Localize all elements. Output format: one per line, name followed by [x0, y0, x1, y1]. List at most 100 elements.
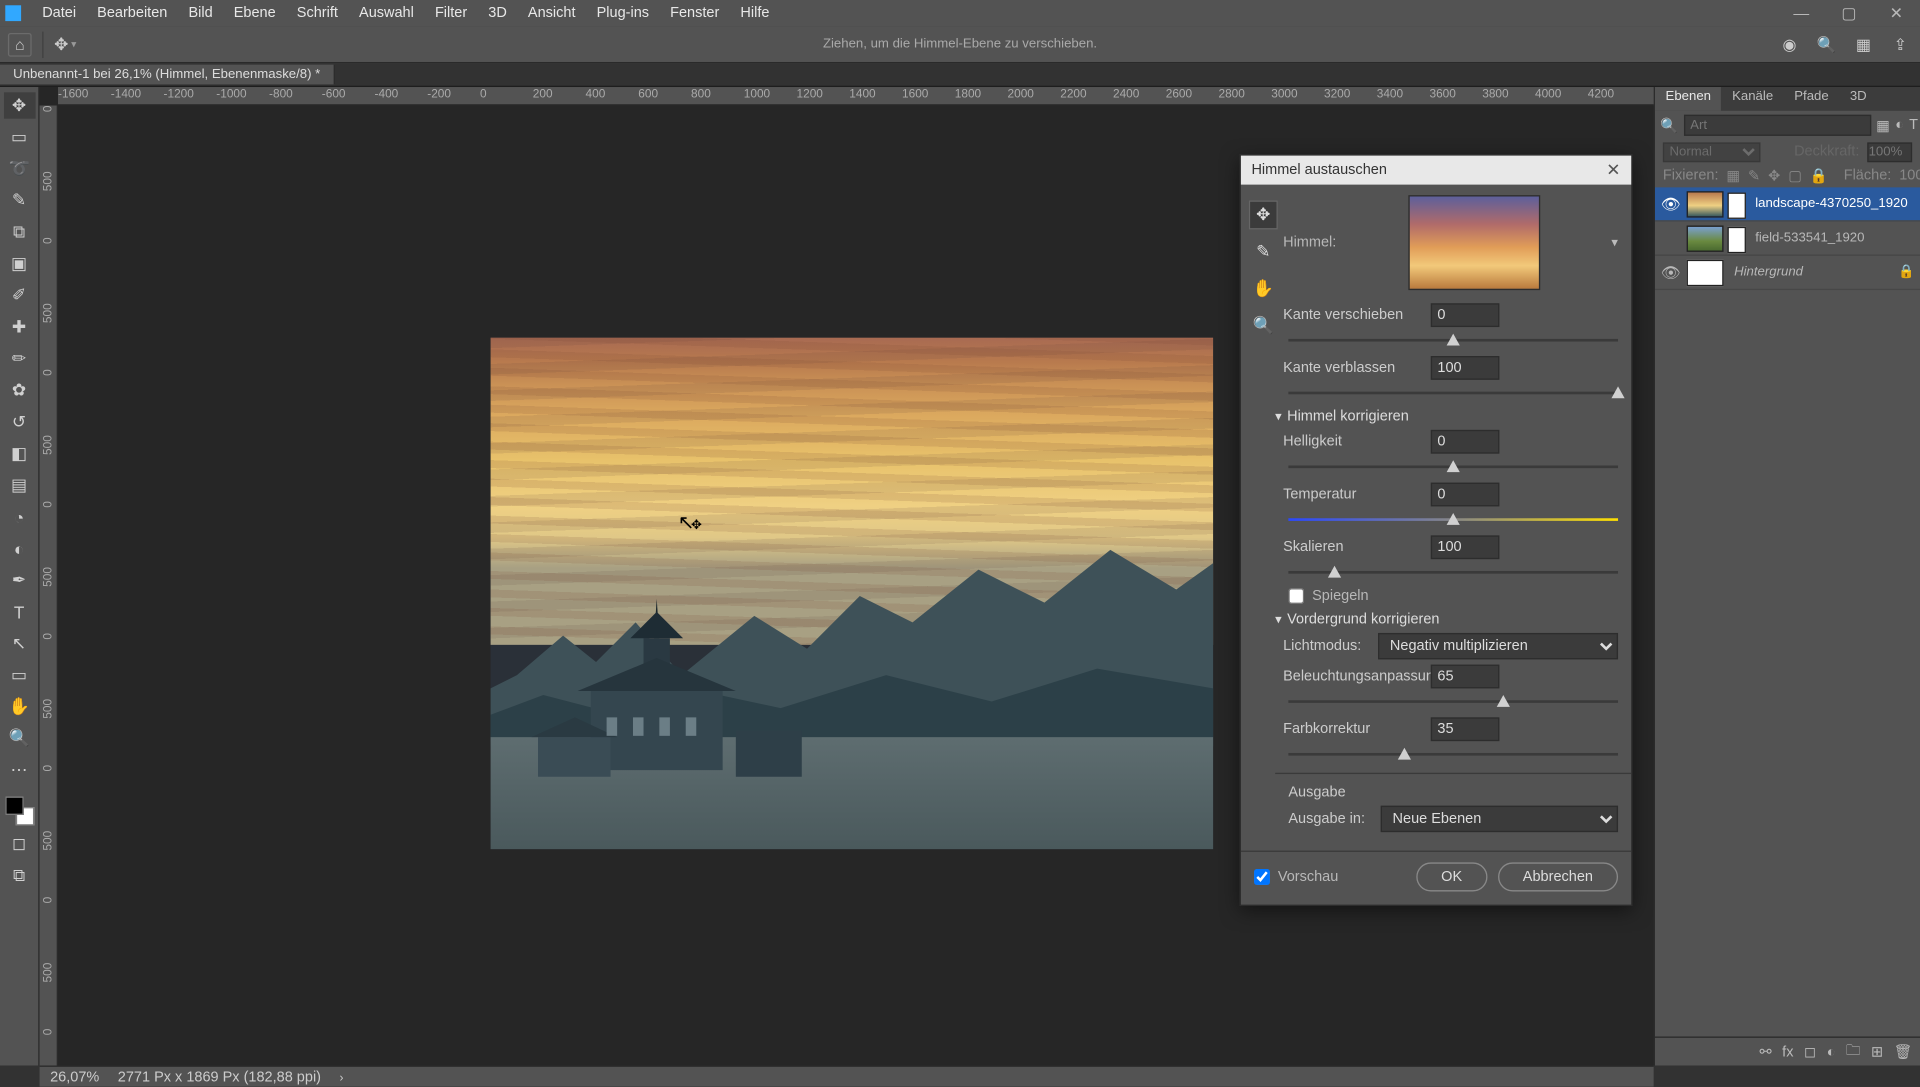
shape-tool[interactable]: ▭ — [3, 662, 35, 688]
menu-item-ansicht[interactable]: Ansicht — [517, 0, 586, 26]
color-adjust-input[interactable] — [1431, 717, 1500, 741]
dodge-tool[interactable]: ◐ — [3, 535, 35, 561]
quick-select-tool[interactable]: ✎ — [3, 187, 35, 213]
layer-thumbnail[interactable] — [1687, 259, 1724, 285]
menu-item-bearbeiten[interactable]: Bearbeiten — [87, 0, 178, 26]
clone-tool[interactable]: ✿ — [3, 377, 35, 403]
edge-fade-slider[interactable] — [1288, 385, 1618, 401]
layer-mask-thumbnail[interactable] — [1727, 192, 1745, 218]
share-icon[interactable]: ⇪ — [1888, 32, 1912, 56]
window-maximize-button[interactable]: ▢ — [1825, 0, 1872, 26]
cloud-docs-icon[interactable]: ◉ — [1778, 32, 1802, 56]
new-layer-icon[interactable]: ⊞ — [1871, 1043, 1883, 1060]
output-to-select[interactable]: Neue Ebenen — [1381, 806, 1618, 832]
lock-all-icon[interactable]: 🔒 — [1810, 167, 1828, 184]
document-tab[interactable]: Unbenannt-1 bei 26,1% (Himmel, Ebenenmas… — [0, 65, 335, 85]
edge-shift-slider[interactable] — [1288, 332, 1618, 348]
menu-item-hilfe[interactable]: Hilfe — [730, 0, 780, 26]
search-icon[interactable]: 🔍 — [1815, 32, 1839, 56]
lock-artboard-icon[interactable]: ▢ — [1788, 167, 1802, 184]
dlg-hand-tool[interactable]: ✋ — [1249, 274, 1278, 303]
fill-value[interactable]: 100% — [1899, 167, 1920, 183]
healing-tool[interactable]: ✚ — [3, 314, 35, 340]
ok-button[interactable]: OK — [1416, 862, 1487, 891]
link-layers-icon[interactable]: ⚯ — [1759, 1043, 1771, 1060]
layer-mask-icon[interactable]: ◻ — [1804, 1043, 1816, 1060]
screen-mode-toggle[interactable]: ⧉ — [3, 862, 35, 888]
history-brush-tool[interactable]: ↺ — [3, 409, 35, 435]
visibility-toggle-icon[interactable]: 👁 — [1660, 263, 1681, 281]
lighting-adjust-slider[interactable] — [1288, 694, 1618, 710]
workspace-icon[interactable]: ▦ — [1851, 32, 1875, 56]
lock-pixels-icon[interactable]: ✎ — [1748, 167, 1760, 184]
eyedropper-tool[interactable]: ✐ — [3, 282, 35, 308]
dialog-titlebar[interactable]: Himmel austauschen ✕ — [1241, 156, 1631, 185]
more-tools[interactable]: ⋯ — [3, 757, 35, 783]
type-tool[interactable]: T — [3, 599, 35, 625]
cancel-button[interactable]: Abbrechen — [1498, 862, 1618, 891]
close-icon[interactable]: ✕ — [1606, 160, 1620, 181]
crop-tool[interactable]: ⧉ — [3, 219, 35, 245]
hand-tool[interactable]: ✋ — [3, 694, 35, 720]
document-image[interactable] — [491, 338, 1214, 850]
menu-item-filter[interactable]: Filter — [424, 0, 477, 26]
mirror-checkbox[interactable] — [1288, 588, 1304, 604]
layer-thumbnail[interactable] — [1687, 225, 1724, 251]
zoom-level[interactable]: 26,07% — [50, 1069, 99, 1085]
menu-item-ebene[interactable]: Ebene — [223, 0, 286, 26]
marquee-tool[interactable]: ▭ — [3, 124, 35, 150]
filter-type-icon[interactable]: T — [1909, 117, 1918, 133]
temperature-input[interactable] — [1431, 483, 1500, 507]
eraser-tool[interactable]: ◧ — [3, 440, 35, 466]
brightness-input[interactable] — [1431, 430, 1500, 454]
section-foreground-adjust[interactable]: ▾ Vordergrund korrigieren — [1275, 612, 1618, 628]
delete-layer-icon[interactable]: 🗑 — [1894, 1043, 1912, 1060]
blend-mode-select[interactable]: Normal — [1663, 142, 1761, 162]
filter-pixel-icon[interactable]: ▦ — [1876, 117, 1890, 134]
layer-name[interactable]: field-533541_1920 — [1755, 231, 1864, 246]
temperature-slider[interactable] — [1288, 512, 1618, 528]
tool-preset-icon[interactable]: ✥ — [54, 34, 68, 55]
menu-item-3d[interactable]: 3D — [478, 0, 518, 26]
adjustment-layer-icon[interactable]: ◐ — [1827, 1044, 1836, 1060]
frame-tool[interactable]: ▣ — [3, 251, 35, 277]
lock-position-icon[interactable]: ✥ — [1768, 167, 1780, 184]
chevron-down-icon[interactable]: ▾ — [1611, 235, 1618, 250]
quick-mask-toggle[interactable]: ◻ — [3, 831, 35, 857]
filter-adjust-icon[interactable]: ◐ — [1895, 117, 1904, 133]
zoom-tool[interactable]: 🔍 — [3, 725, 35, 751]
menu-item-schrift[interactable]: Schrift — [286, 0, 348, 26]
dlg-zoom-tool[interactable]: 🔍 — [1249, 311, 1278, 340]
dlg-brush-tool[interactable]: ✎ — [1249, 237, 1278, 266]
gradient-tool[interactable]: ▤ — [3, 472, 35, 498]
window-minimize-button[interactable]: — — [1778, 0, 1825, 26]
status-chevron-icon[interactable]: › — [339, 1070, 343, 1083]
preview-checkbox[interactable] — [1254, 869, 1270, 885]
blur-tool[interactable]: ◔ — [3, 504, 35, 530]
layer-mask-thumbnail[interactable] — [1727, 226, 1745, 252]
panel-tab-ebenen[interactable]: Ebenen — [1655, 87, 1722, 111]
brush-tool[interactable]: ✏ — [3, 345, 35, 371]
opacity-input[interactable] — [1867, 142, 1912, 162]
move-tool[interactable]: ✥ — [3, 92, 35, 118]
panel-tab-pfade[interactable]: Pfade — [1784, 87, 1840, 111]
menu-item-datei[interactable]: Datei — [32, 0, 87, 26]
doc-info[interactable]: 2771 Px x 1869 Px (182,88 ppi) — [118, 1069, 321, 1085]
sky-preset-thumbnail[interactable] — [1408, 195, 1540, 290]
section-sky-adjust[interactable]: ▾ Himmel korrigieren — [1275, 409, 1618, 425]
visibility-toggle-icon[interactable]: 👁 — [1660, 195, 1681, 213]
lock-transparency-icon[interactable]: ▦ — [1726, 167, 1740, 184]
brightness-slider[interactable] — [1288, 459, 1618, 475]
dropdown-icon[interactable]: ▾ — [71, 38, 76, 50]
scale-input[interactable] — [1431, 535, 1500, 559]
layer-row[interactable]: 👁 landscape-4370250_1920 — [1655, 187, 1920, 221]
layer-style-icon[interactable]: fx — [1782, 1044, 1793, 1060]
layer-name[interactable]: landscape-4370250_1920 — [1755, 196, 1908, 211]
menu-item-bild[interactable]: Bild — [178, 0, 223, 26]
home-button[interactable]: ⌂ — [8, 32, 32, 56]
lighting-adjust-input[interactable] — [1431, 665, 1500, 689]
scale-slider[interactable] — [1288, 564, 1618, 580]
panel-tab-3d[interactable]: 3D — [1839, 87, 1877, 111]
layer-search-input[interactable] — [1684, 115, 1871, 136]
menu-item-auswahl[interactable]: Auswahl — [348, 0, 424, 26]
